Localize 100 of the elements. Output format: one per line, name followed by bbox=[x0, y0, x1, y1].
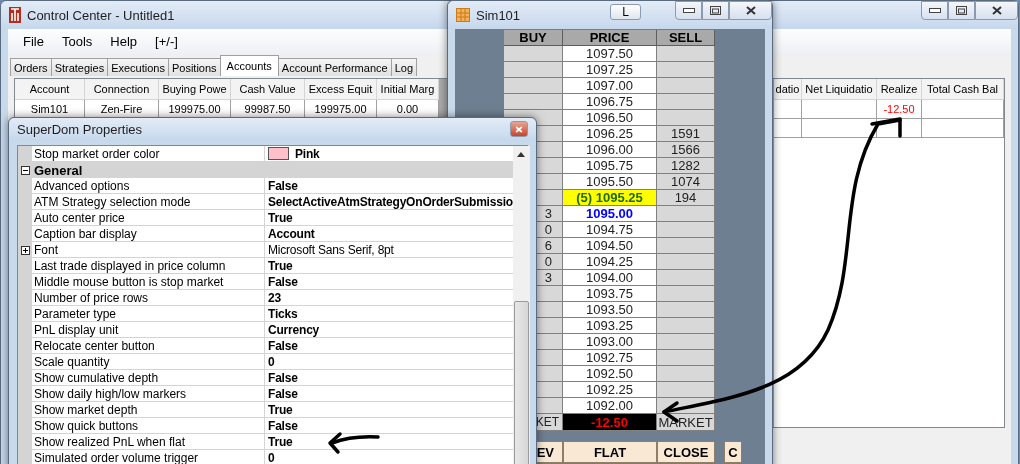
property-value[interactable]: Microsoft Sans Serif, 8pt bbox=[268, 242, 394, 257]
menu-item[interactable]: Help bbox=[101, 33, 147, 49]
property-value[interactable]: True bbox=[268, 210, 293, 225]
price-cell[interactable]: 1096.50 bbox=[563, 110, 657, 126]
sell-cell[interactable]: 1566 bbox=[657, 142, 715, 158]
property-value[interactable]: 23 bbox=[268, 290, 281, 305]
property-name[interactable]: Auto center price bbox=[32, 210, 265, 226]
property-value[interactable]: Currency bbox=[268, 322, 320, 337]
sell-cell[interactable]: 1591 bbox=[657, 126, 715, 142]
price-cell[interactable]: 1097.50 bbox=[563, 46, 657, 62]
menu-item[interactable]: Tools bbox=[52, 33, 102, 49]
collapse-icon[interactable] bbox=[20, 165, 30, 175]
buy-cell[interactable] bbox=[504, 94, 563, 110]
sell-cell[interactable] bbox=[657, 110, 715, 126]
tab[interactable]: Executions bbox=[107, 58, 169, 76]
property-value[interactable]: False bbox=[268, 178, 298, 193]
buy-cell[interactable] bbox=[504, 78, 563, 94]
price-cell[interactable]: 1094.25 bbox=[563, 254, 657, 270]
property-value[interactable]: False bbox=[268, 370, 298, 385]
column-header[interactable]: Cash Value bbox=[231, 79, 305, 100]
sell-cell[interactable] bbox=[657, 222, 715, 238]
property-value[interactable]: Pink bbox=[295, 146, 320, 161]
sell-cell[interactable] bbox=[657, 286, 715, 302]
sell-cell[interactable] bbox=[657, 78, 715, 94]
property-name[interactable]: Scale quantity bbox=[32, 354, 265, 370]
property-value[interactable]: 0 bbox=[268, 354, 275, 369]
close-button[interactable] bbox=[729, 1, 772, 20]
price-cell[interactable]: 1092.25 bbox=[563, 382, 657, 398]
sell-cell[interactable] bbox=[657, 46, 715, 62]
property-name[interactable]: Show quick buttons bbox=[32, 418, 265, 434]
sell-cell[interactable] bbox=[657, 382, 715, 398]
price-cell[interactable]: 1097.00 bbox=[563, 78, 657, 94]
price-cell[interactable]: 1094.75 bbox=[563, 222, 657, 238]
price-cell[interactable]: (5) 1095.25 bbox=[563, 190, 657, 206]
property-name[interactable]: Show daily high/low markers bbox=[32, 386, 265, 402]
property-value[interactable]: False bbox=[268, 274, 298, 289]
property-name[interactable]: Parameter type bbox=[32, 306, 265, 322]
column-header[interactable]: Connection bbox=[85, 79, 159, 100]
sell-cell[interactable] bbox=[657, 334, 715, 350]
property-name[interactable]: Font bbox=[32, 242, 265, 258]
price-cell[interactable]: 1094.50 bbox=[563, 238, 657, 254]
column-header[interactable]: Initial Marg bbox=[377, 79, 439, 100]
column-header[interactable]: Net Liquidatio bbox=[802, 79, 877, 100]
maximize-button[interactable] bbox=[948, 1, 975, 20]
action-button[interactable]: CLOSE bbox=[657, 441, 715, 463]
price-cell[interactable]: 1094.00 bbox=[563, 270, 657, 286]
sell-cell[interactable] bbox=[657, 94, 715, 110]
price-cell[interactable]: 1096.00 bbox=[563, 142, 657, 158]
column-header[interactable]: Total Cash Bal bbox=[922, 79, 1004, 100]
property-value[interactable]: SelectActiveAtmStrategyOnOrderSubmissio bbox=[268, 194, 513, 209]
price-cell[interactable]: 1092.50 bbox=[563, 366, 657, 382]
price-cell[interactable]: 1093.50 bbox=[563, 302, 657, 318]
property-name[interactable]: Show realized PnL when flat bbox=[32, 434, 265, 450]
price-cell[interactable]: 1095.50 bbox=[563, 174, 657, 190]
tab[interactable]: Positions bbox=[167, 58, 221, 76]
sell-cell[interactable]: 1282 bbox=[657, 158, 715, 174]
property-value[interactable]: Account bbox=[268, 226, 315, 241]
property-name[interactable]: Show cumulative depth bbox=[32, 370, 265, 386]
price-cell[interactable]: 1093.00 bbox=[563, 334, 657, 350]
minimize-button[interactable] bbox=[921, 1, 948, 20]
sell-cell[interactable] bbox=[657, 318, 715, 334]
property-name[interactable]: Advanced options bbox=[32, 178, 265, 194]
property-name[interactable]: ATM Strategy selection mode bbox=[32, 194, 265, 210]
price-cell[interactable]: 1095.75 bbox=[563, 158, 657, 174]
property-name[interactable]: Simulated order volume trigger bbox=[32, 450, 265, 464]
property-value[interactable]: False bbox=[268, 418, 298, 433]
sell-cell[interactable]: 1074 bbox=[657, 174, 715, 190]
price-cell[interactable]: 1096.25 bbox=[563, 126, 657, 142]
property-value[interactable]: True bbox=[268, 434, 293, 449]
sell-cell[interactable]: 194 bbox=[657, 190, 715, 206]
price-cell[interactable]: 1093.25 bbox=[563, 318, 657, 334]
property-name[interactable]: Last trade displayed in price column bbox=[32, 258, 265, 274]
sell-cell[interactable] bbox=[657, 270, 715, 286]
property-value[interactable]: True bbox=[268, 402, 293, 417]
sell-cell[interactable] bbox=[657, 254, 715, 270]
price-cell[interactable]: 1092.00 bbox=[563, 398, 657, 414]
column-header[interactable]: Realize bbox=[877, 79, 922, 100]
sell-cell[interactable] bbox=[657, 62, 715, 78]
property-name[interactable]: Show market depth bbox=[32, 402, 265, 418]
property-value[interactable]: True bbox=[268, 258, 293, 273]
price-cell[interactable]: 1097.25 bbox=[563, 62, 657, 78]
lock-button[interactable]: L bbox=[610, 4, 641, 20]
tab[interactable]: Account Performance bbox=[277, 58, 392, 76]
maximize-button[interactable] bbox=[702, 1, 729, 20]
sell-cell[interactable] bbox=[657, 302, 715, 318]
property-name[interactable]: Caption bar display bbox=[32, 226, 265, 242]
tab[interactable]: Orders bbox=[10, 58, 52, 76]
action-button[interactable]: FLAT bbox=[563, 441, 657, 463]
sell-cell[interactable] bbox=[657, 206, 715, 222]
buy-cell[interactable] bbox=[504, 62, 563, 78]
price-cell[interactable]: 1093.75 bbox=[563, 286, 657, 302]
price-cell[interactable]: 1095.00 bbox=[563, 206, 657, 222]
tab[interactable]: Accounts bbox=[219, 55, 279, 76]
close-button[interactable] bbox=[975, 1, 1018, 20]
property-name[interactable]: Number of price rows bbox=[32, 290, 265, 306]
menu-item[interactable]: [+/-] bbox=[146, 33, 187, 49]
tab[interactable]: Strategies bbox=[50, 58, 109, 76]
buy-cell[interactable] bbox=[504, 46, 563, 62]
property-value[interactable]: Ticks bbox=[268, 306, 298, 321]
property-name[interactable]: PnL display unit bbox=[32, 322, 265, 338]
